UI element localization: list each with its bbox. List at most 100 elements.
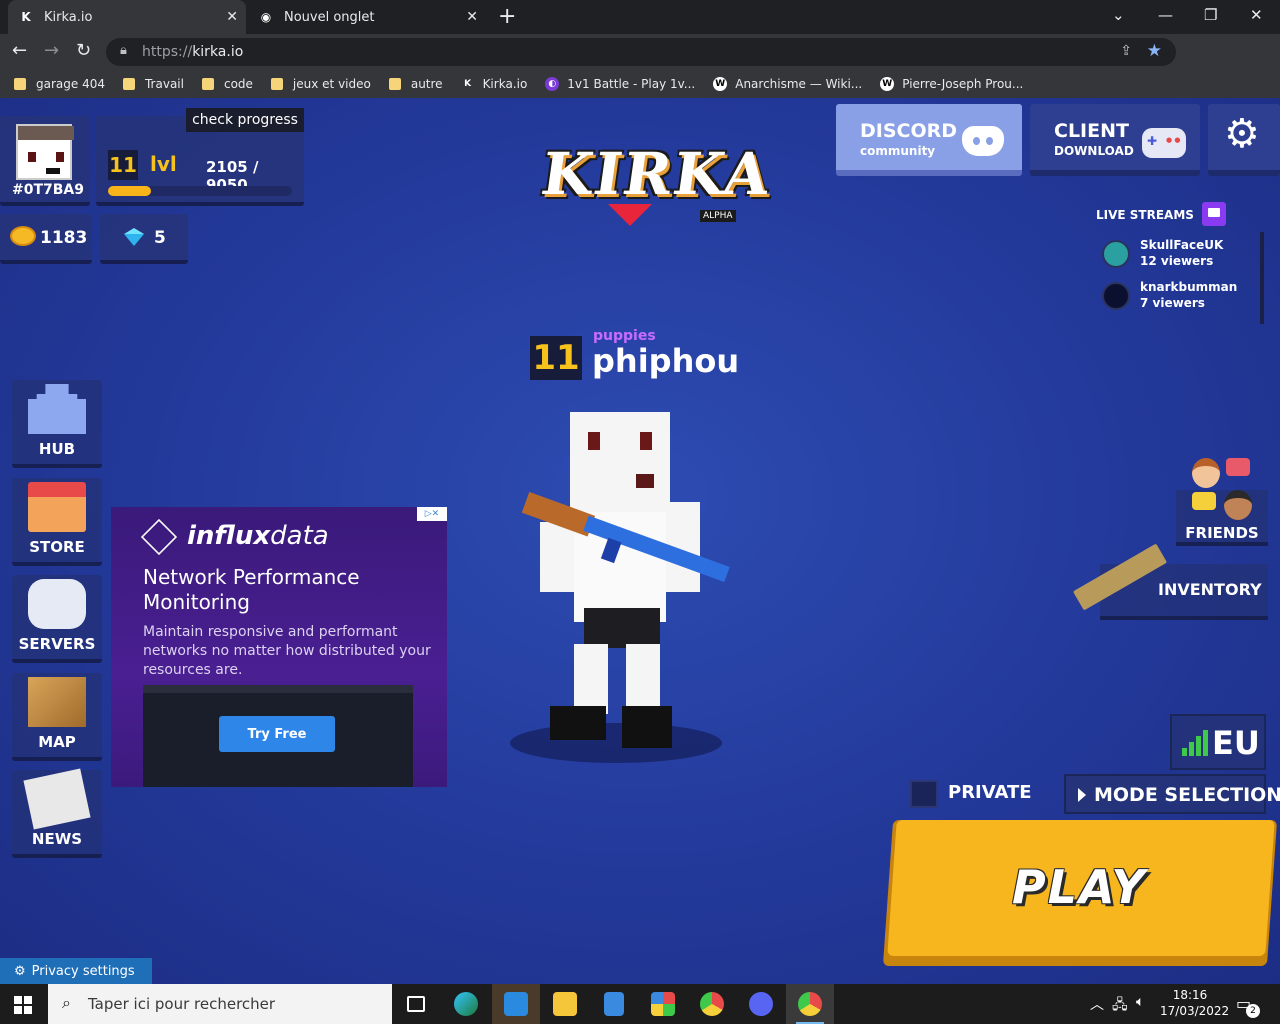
- profile-card[interactable]: #0T7BA9: [0, 116, 90, 206]
- client-download-button[interactable]: CLIENT DOWNLOAD: [1030, 104, 1200, 176]
- gear-icon: ⚙: [14, 963, 26, 979]
- tab-title: Kirka.io: [44, 9, 93, 25]
- bookmark-folder[interactable]: autre: [388, 77, 443, 91]
- chat-bubble-icon: [1192, 492, 1216, 510]
- search-icon: ⌕: [62, 993, 71, 1012]
- friend-face-icon: [1192, 458, 1220, 488]
- mode-selection-button[interactable]: MODE SELECTION: [1064, 774, 1280, 814]
- tray-chevron-icon[interactable]: ︿: [1090, 994, 1104, 1014]
- bookmark-star-icon[interactable]: ★: [1147, 41, 1162, 61]
- servers-button[interactable]: SERVERS: [12, 575, 102, 663]
- network-icon[interactable]: 🖧︎: [1112, 994, 1128, 1018]
- friend-face-icon: [1224, 490, 1252, 520]
- gear-icon: ⚙: [1224, 111, 1260, 157]
- wikipedia-icon: W: [713, 77, 728, 91]
- live-streams-title: LIVE STREAMS: [1096, 208, 1194, 222]
- friends-button[interactable]: FRIENDS: [1176, 454, 1268, 550]
- chrome-icon[interactable]: [688, 984, 736, 1024]
- volume-icon[interactable]: 🔈︎: [1136, 994, 1144, 1010]
- discord-button[interactable]: DISCORD community: [836, 104, 1022, 176]
- coins-value: 1183: [40, 228, 88, 248]
- discord-taskbar-icon[interactable]: [737, 984, 785, 1024]
- ad-description: Maintain responsive and performant netwo…: [143, 624, 431, 678]
- game-viewport: #0T7BA9 11 lvl 2105 / 9050 check progres…: [0, 98, 1280, 984]
- address-bar[interactable]: 🔒︎ https://kirka.io ⇪ ★: [106, 38, 1176, 66]
- play-button[interactable]: PLAY: [882, 820, 1278, 966]
- reload-icon[interactable]: ↻: [76, 40, 91, 61]
- new-tab-button[interactable]: +: [498, 4, 516, 29]
- bookmarks-bar: garage 404 Travail code jeux et video au…: [0, 70, 1280, 98]
- twitch-icon[interactable]: [1202, 202, 1226, 226]
- bookmark-folder[interactable]: jeux et video: [270, 77, 371, 91]
- check-progress-tooltip: check progress: [186, 108, 304, 132]
- play-arrow-icon: [1078, 788, 1086, 802]
- diamond-icon: [124, 228, 144, 246]
- try-free-button[interactable]: Try Free: [219, 716, 335, 752]
- minimize-button[interactable]: —: [1158, 6, 1173, 24]
- rubiks-cube-icon[interactable]: [639, 984, 687, 1024]
- tab-new[interactable]: ◉ Nouvel onglet ✕: [248, 0, 486, 34]
- back-icon[interactable]: ←: [12, 40, 27, 61]
- coin-icon: [10, 226, 36, 246]
- file-explorer-icon[interactable]: [541, 984, 589, 1024]
- lock-icon[interactable]: 🔒︎: [120, 43, 127, 58]
- gems-counter[interactable]: 5: [100, 214, 188, 264]
- shop-icon: [28, 482, 86, 532]
- private-checkbox[interactable]: [910, 780, 938, 808]
- windows-taskbar: ⌕ Taper ici pour rechercher ︿ 🖧︎ 🔈︎ 18:1…: [0, 984, 1280, 1024]
- restore-button[interactable]: ❐: [1204, 6, 1217, 24]
- folder-icon: [201, 78, 214, 90]
- system-clock[interactable]: 18:16 17/03/2022: [1160, 987, 1229, 1019]
- bookmark-wikipedia-proudhon[interactable]: W Pierre-Joseph Prou...: [880, 77, 1023, 91]
- box-icon: [28, 677, 86, 727]
- kirka-favicon-icon: K: [464, 79, 472, 89]
- edge-icon[interactable]: [442, 984, 490, 1024]
- vscode-icon[interactable]: [492, 984, 540, 1024]
- streams-scrollbar[interactable]: [1260, 232, 1264, 324]
- close-tab-icon[interactable]: ✕: [226, 9, 238, 25]
- bookmark-kirka[interactable]: K Kirka.io: [461, 77, 527, 91]
- gamepad-icon: [28, 579, 86, 629]
- kirka-favicon-icon: K: [21, 10, 31, 24]
- settings-button[interactable]: ⚙: [1208, 104, 1280, 176]
- store-button[interactable]: STORE: [12, 478, 102, 566]
- player-name: phiphou: [592, 342, 740, 380]
- region-button[interactable]: EU: [1170, 714, 1266, 770]
- privacy-settings-button[interactable]: ⚙ Privacy settings: [0, 958, 152, 984]
- kirka-logo: KIRKA ALPHA: [537, 132, 776, 228]
- url-text: https://kirka.io: [142, 44, 244, 60]
- notepad-icon[interactable]: [590, 984, 638, 1024]
- map-button[interactable]: MAP: [12, 673, 102, 761]
- bookmark-wikipedia-anarchisme[interactable]: W Anarchisme — Wiki...: [713, 77, 862, 91]
- level-number: 11: [108, 150, 138, 180]
- level-label: lvl: [150, 152, 177, 176]
- close-tab-icon[interactable]: ✕: [466, 9, 478, 25]
- chrome-active-icon[interactable]: [786, 984, 834, 1024]
- tab-title: Nouvel onglet: [284, 9, 375, 25]
- player-id: #0T7BA9: [12, 182, 85, 198]
- windows-start-icon[interactable]: [14, 996, 32, 1014]
- folder-icon: [388, 78, 401, 90]
- tab-kirka[interactable]: K Kirka.io ✕: [8, 0, 246, 34]
- bookmark-folder[interactable]: code: [201, 77, 253, 91]
- bookmark-folder[interactable]: Travail: [122, 77, 184, 91]
- hub-button[interactable]: HUB: [12, 380, 102, 468]
- tab-search-icon[interactable]: ⌄: [1112, 6, 1125, 24]
- folder-icon: [14, 78, 26, 90]
- taskbar-search[interactable]: ⌕ Taper ici pour rechercher: [48, 984, 392, 1024]
- share-icon[interactable]: ⇪: [1120, 43, 1132, 59]
- toolbar: ← → ↻ 🔒︎ https://kirka.io ⇪ ★ ✦ ⋮: [0, 34, 1280, 97]
- bookmark-1v1battle[interactable]: ◐ 1v1 Battle - Play 1v...: [545, 77, 695, 91]
- advertisement[interactable]: ▷✕ influxdata Network Performance Monito…: [111, 507, 447, 787]
- newspaper-icon: [23, 768, 91, 830]
- forward-icon[interactable]: →: [44, 40, 59, 61]
- private-label: PRIVATE: [948, 782, 1032, 803]
- folder-icon: [122, 78, 135, 90]
- close-window-button[interactable]: ✕: [1250, 6, 1263, 24]
- bookmark-folder[interactable]: garage 404: [14, 77, 105, 91]
- news-button[interactable]: NEWS: [12, 768, 102, 858]
- coins-counter[interactable]: 1183: [0, 214, 92, 264]
- gems-value: 5: [154, 228, 166, 248]
- ad-choices-close-icon[interactable]: ▷✕: [417, 507, 447, 521]
- task-view-icon[interactable]: [392, 984, 440, 1024]
